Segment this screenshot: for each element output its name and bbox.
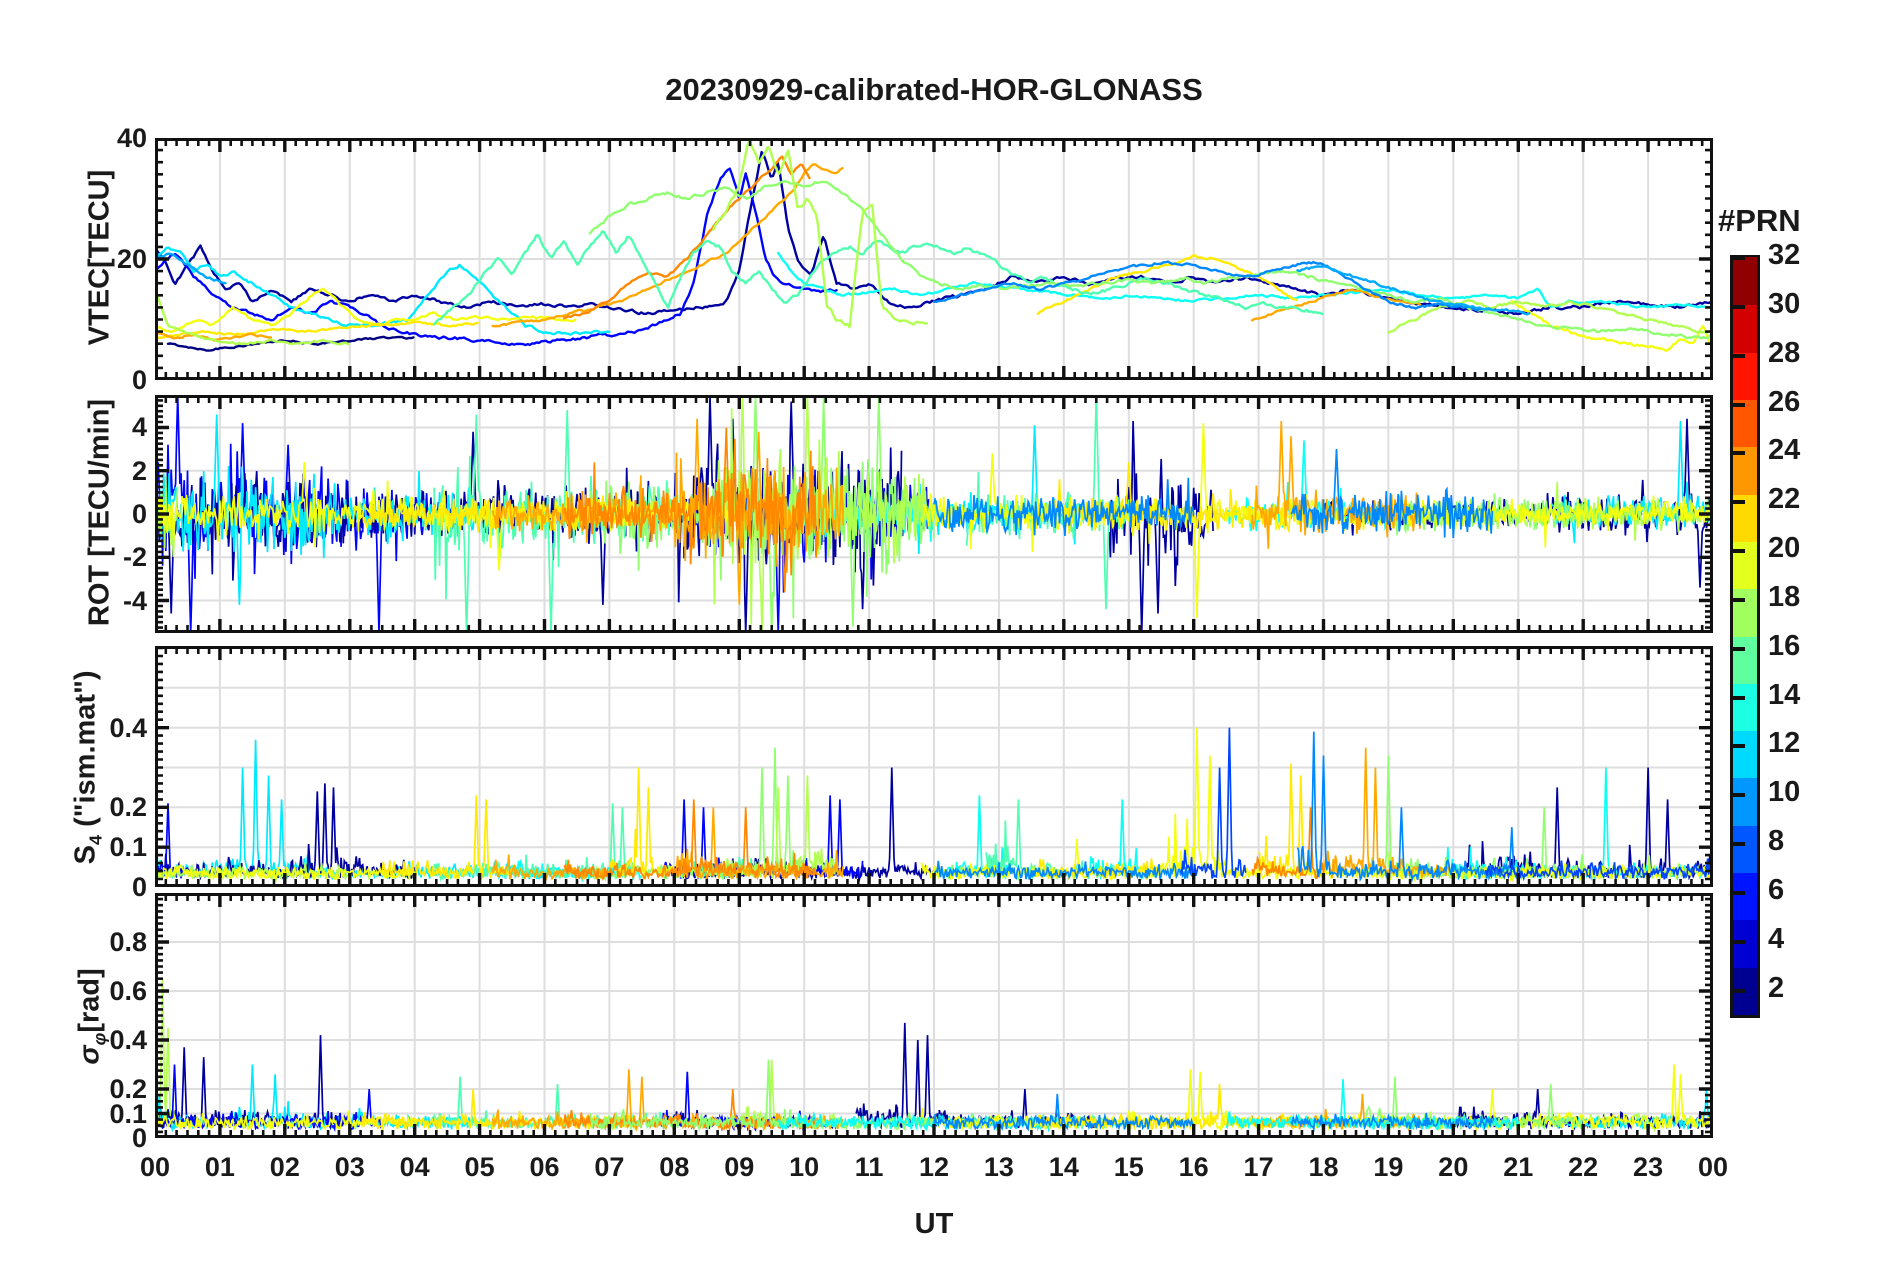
colorbar-tick-label: 2 [1768,971,1785,1004]
colorbar-block [1733,540,1757,590]
y-tick-label-s4: 0 [131,872,147,902]
x-tick-label: 05 [464,1152,495,1182]
colorbar-tick-label: 6 [1768,873,1785,906]
colorbar-tick-label: 14 [1768,678,1801,711]
colorbar-title: #PRN [1718,203,1801,238]
x-tick-label: 18 [1308,1152,1339,1182]
x-tick-label: 02 [269,1152,300,1182]
x-tick-label: 07 [594,1152,625,1182]
x-tick-label: 16 [1178,1152,1209,1182]
y-tick-label-s4: 0.4 [109,712,147,743]
y-tick-label-rot: 2 [131,455,147,486]
x-tick-label: 14 [1048,1152,1079,1182]
colorbar-tick [1733,353,1745,358]
colorbar-block [1733,587,1757,637]
colorbar-tick [1733,939,1745,944]
y-tick-label-rot: 0 [131,499,147,529]
colorbar-block [1733,729,1757,779]
x-tick-label: 13 [983,1152,1014,1182]
colorbar-block [1733,682,1757,732]
colorbar-tick [1733,744,1745,749]
y-tick-label-vtec: 40 [116,123,147,153]
colorbar-tick-label: 24 [1768,434,1801,467]
x-tick-label: 03 [334,1152,365,1182]
colorbar-tick [1733,451,1745,456]
x-tick-label: 09 [724,1152,755,1182]
colorbar-tick [1733,402,1745,407]
panel-rot [155,395,1713,633]
colorbar-block [1733,256,1757,306]
y-tick-label-sigma_phi: 0.4 [109,1025,147,1055]
colorbar-tick [1733,500,1745,505]
colorbar-tick-label: 10 [1768,776,1801,809]
colorbar-tick [1733,597,1745,602]
colorbar-tick-label: 26 [1768,385,1801,418]
y-tick-label-vtec: 0 [131,365,147,395]
colorbar-tick [1733,646,1745,651]
colorbar-tick [1733,793,1745,798]
colorbar-tick-label: 22 [1768,483,1801,516]
y-tick-label-s4: 0.1 [109,832,147,863]
x-axis-label: UT [914,1208,954,1240]
chart-title: 20230929-calibrated-HOR-GLONASS [665,72,1203,107]
colorbar-tick-label: 28 [1768,336,1801,369]
colorbar-block [1733,303,1757,353]
figure-canvas: 20230929-calibrated-HOR-GLONASS VTEC[TEC… [0,0,1902,1272]
panel-plot-area-s4 [155,646,1713,887]
y-tick-label-rot: -2 [122,542,147,573]
x-tick-label: 00 [1697,1152,1729,1182]
colorbar-tick [1733,695,1745,700]
panel-sigma-phi [155,893,1713,1138]
x-tick-label: 04 [399,1152,430,1182]
colorbar-tick [1733,304,1745,309]
y-tick-label-sigma_phi: 0.8 [109,927,147,957]
x-tick-label: 00 [139,1152,171,1182]
x-tick-label: 06 [529,1152,560,1182]
panel-vtec [155,138,1713,380]
x-tick-label: 20 [1438,1152,1469,1182]
panel-plot-area-rot [155,395,1713,633]
x-tick-label: 12 [918,1152,950,1182]
y-tick-label-rot: -4 [122,585,147,616]
colorbar-block [1733,351,1757,400]
colorbar-tick-label: 32 [1768,239,1801,271]
colorbar-tick [1733,256,1745,260]
colorbar-tick-label: 20 [1768,532,1801,565]
y-tick-label-rot: 4 [131,412,147,443]
y-tick-label-sigma_phi: 0.6 [109,976,147,1006]
colorbar-tick [1733,842,1745,847]
panel-s4 [155,646,1713,887]
x-tick-label: 22 [1568,1152,1599,1182]
y-tick-label-vtec: 20 [116,244,147,274]
colorbar-tick-label: 12 [1768,727,1801,760]
colorbar-tick-label: 18 [1768,580,1801,613]
x-tick-label: 08 [659,1152,690,1182]
x-tick-label: 10 [789,1152,820,1182]
x-tick-label: 23 [1633,1152,1664,1182]
colorbar-tick [1733,549,1745,554]
panel-plot-area-sigma_phi [155,893,1713,1138]
x-tick-label: 17 [1243,1152,1274,1182]
x-tick-label: 11 [854,1152,884,1182]
colorbar-block [1733,635,1757,684]
colorbar-tick-label: 8 [1768,825,1785,858]
colorbar-block [1733,824,1757,874]
colorbar-block [1733,871,1757,921]
colorbar-tick-label: 4 [1768,922,1785,955]
prn-colorbar [1730,255,1760,1018]
x-tick-label: 19 [1373,1152,1404,1182]
x-tick-label: 15 [1113,1152,1144,1182]
colorbar-tick-label: 16 [1768,629,1801,662]
colorbar-tick [1733,890,1745,895]
colorbar-block [1733,776,1757,826]
panel-plot-area-vtec [155,138,1713,380]
x-tick-label: 01 [204,1152,235,1182]
colorbar-tick [1733,988,1745,993]
y-tick-label-s4: 0.2 [109,792,147,823]
x-tick-label: 21 [1503,1152,1534,1182]
y-tick-label-sigma_phi: 0.2 [109,1074,147,1104]
colorbar-tick-label: 30 [1768,287,1801,320]
